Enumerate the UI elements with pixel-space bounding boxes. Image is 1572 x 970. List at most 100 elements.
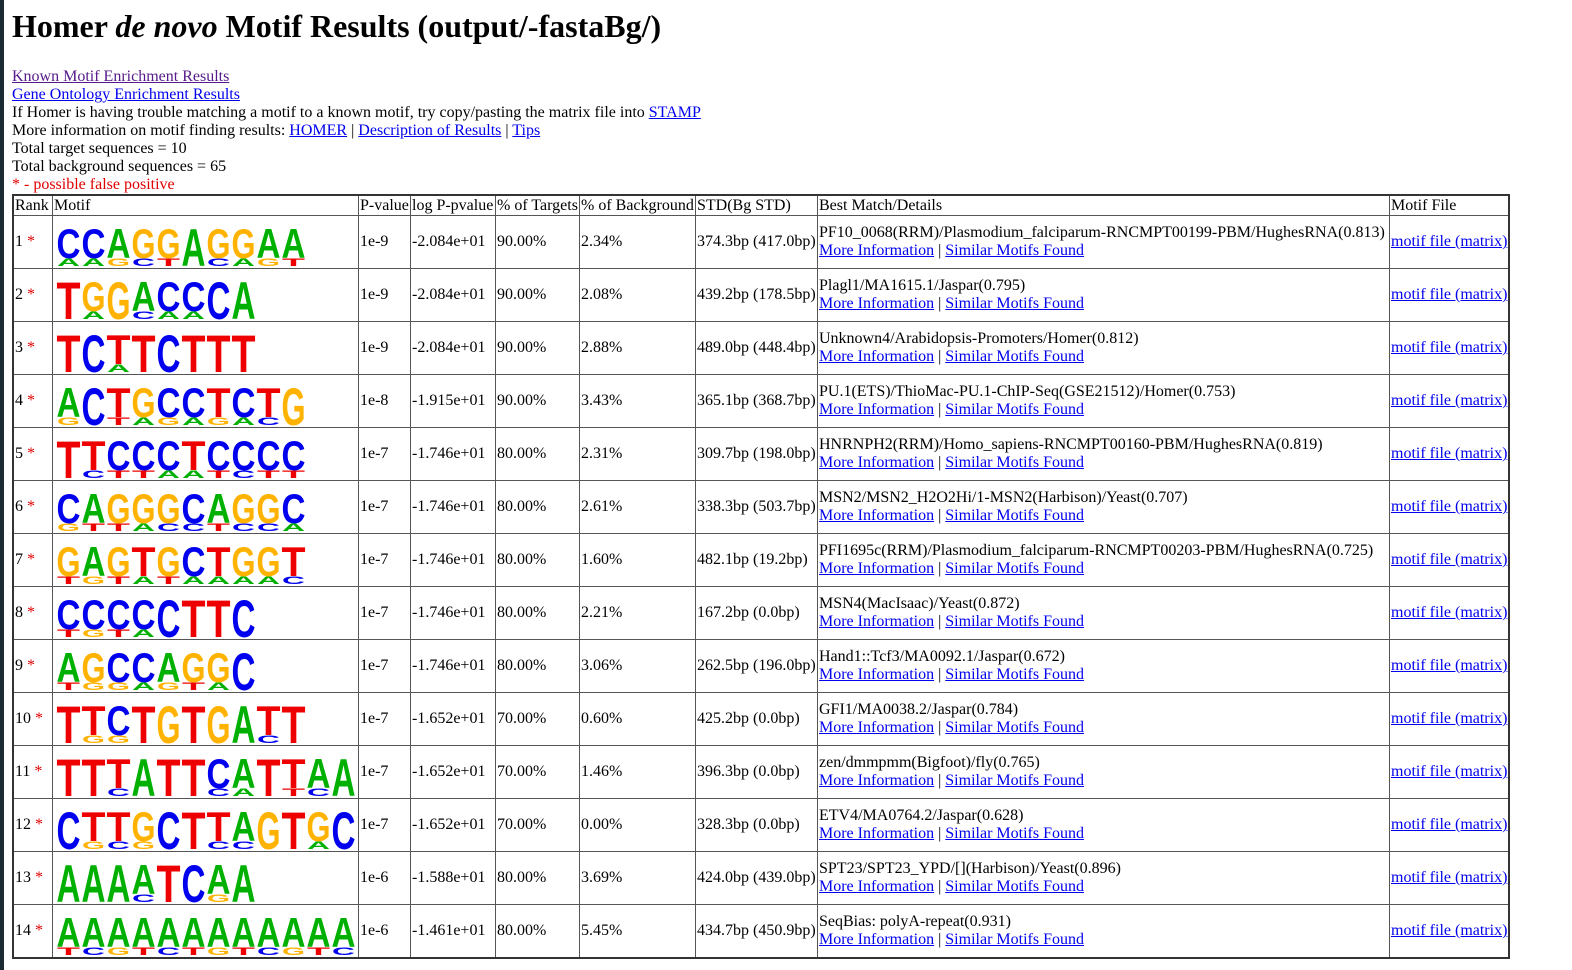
motif-file-link[interactable]: motif file (matrix) xyxy=(1391,286,1507,303)
header-background: % of Background xyxy=(579,194,696,216)
motif-file-link[interactable]: motif file (matrix) xyxy=(1391,233,1507,250)
similar-motifs-link[interactable]: Similar Motifs Found xyxy=(945,507,1084,524)
motif-file-link[interactable]: motif file (matrix) xyxy=(1391,551,1507,568)
best-match-cell: PF10_0068(RRM)/Plasmodium_falciparum-RNC… xyxy=(817,215,1390,269)
similar-motifs-link[interactable]: Similar Motifs Found xyxy=(945,401,1084,418)
motif-file-link[interactable]: motif file (matrix) xyxy=(1391,922,1507,939)
motif-minor-letter: G xyxy=(82,628,105,638)
table-row: 7 * G T A G G T T A G T C A T A G A G A T C 1e-7 -1.746e+01 80.… xyxy=(12,533,1510,587)
motif-file-link[interactable]: motif file (matrix) xyxy=(1391,710,1507,727)
more-information-link[interactable]: More Information xyxy=(819,507,934,524)
motif-minor-letter: C xyxy=(132,310,155,320)
motif-minor-letter: C xyxy=(157,946,180,956)
more-information-link[interactable]: More Information xyxy=(819,348,934,365)
motif-file-cell: motif file (matrix) xyxy=(1389,215,1510,269)
best-match-cell: GFI1/MA0038.2/Jaspar(0.784) More Informat… xyxy=(817,692,1390,746)
logp-cell: -2.084e+01 xyxy=(410,215,496,269)
logp-cell: -1.746e+01 xyxy=(410,639,496,693)
motif-file-link[interactable]: motif file (matrix) xyxy=(1391,392,1507,409)
more-information-link[interactable]: More Information xyxy=(819,772,934,789)
std-cell: 338.3bp (503.7bp) xyxy=(695,480,818,534)
motif-logo-cell: TTCCTCTCATACTCCCTCT xyxy=(52,427,359,481)
more-information-link[interactable]: More Information xyxy=(819,666,934,683)
motif-file-link[interactable]: motif file (matrix) xyxy=(1391,869,1507,886)
more-information-link[interactable]: More Information xyxy=(819,825,934,842)
false-positive-star: * xyxy=(35,922,43,939)
motif-file-link[interactable]: motif file (matrix) xyxy=(1391,498,1507,515)
pvalue-cell: 1e-6 xyxy=(358,904,411,959)
match-links: More Information | Similar Motifs Found xyxy=(819,560,1388,578)
motif-letter: C xyxy=(82,378,106,426)
title-pre: Homer xyxy=(12,8,116,44)
header-std: STD(Bg STD) xyxy=(695,194,818,216)
similar-motifs-link[interactable]: Similar Motifs Found xyxy=(945,931,1084,948)
separator: | xyxy=(347,122,359,139)
targets-cell: 90.00% xyxy=(495,268,580,322)
stamp-link[interactable]: STAMP xyxy=(649,104,701,121)
more-information-link[interactable]: More Information xyxy=(819,295,934,312)
motif-file-link[interactable]: motif file (matrix) xyxy=(1391,763,1507,780)
known-motif-link[interactable]: Known Motif Enrichment Results xyxy=(12,68,229,85)
background-cell: 2.88% xyxy=(579,321,696,375)
motif-file-link[interactable]: motif file (matrix) xyxy=(1391,657,1507,674)
more-information-link[interactable]: More Information xyxy=(819,931,934,948)
rank-cell: 4 * xyxy=(12,374,53,428)
table-row: 10 * T T G C G T G T G A T C T 1e-7 -1.652e+01 70.00% 0.6… xyxy=(12,692,1510,746)
motif-logo: AT GG CG CA AG GT GA C xyxy=(57,643,256,691)
tips-link[interactable]: Tips xyxy=(512,122,540,139)
similar-motifs-link[interactable]: Similar Motifs Found xyxy=(945,772,1084,789)
motif-file-link[interactable]: motif file (matrix) xyxy=(1391,816,1507,833)
similar-motifs-link[interactable]: Similar Motifs Found xyxy=(945,825,1084,842)
more-information-link[interactable]: More Information xyxy=(819,242,934,259)
pvalue-cell: 1e-7 xyxy=(358,692,411,746)
more-information-link[interactable]: More Information xyxy=(819,719,934,736)
header-pvalue: P-value xyxy=(358,194,411,216)
background-cell: 0.00% xyxy=(579,798,696,852)
more-information-link[interactable]: More Information xyxy=(819,878,934,895)
motif-file-link[interactable]: motif file (matrix) xyxy=(1391,339,1507,356)
similar-motifs-link[interactable]: Similar Motifs Found xyxy=(945,348,1084,365)
more-information-link[interactable]: More Information xyxy=(819,560,934,577)
best-match-cell: zen/dmmpmm(Bigfoot)/fly(0.765) More Infor… xyxy=(817,745,1390,799)
best-match-text: GFI1/MA0038.2/Jaspar(0.784) xyxy=(819,701,1019,718)
motif-file-cell: motif file (matrix) xyxy=(1389,533,1510,587)
more-information-link[interactable]: More Information xyxy=(819,613,934,630)
pvalue-cell: 1e-6 xyxy=(358,851,411,905)
rank-cell: 10 * xyxy=(12,692,53,746)
motif-letter: A xyxy=(82,855,106,903)
motif-minor-letter: G xyxy=(207,893,230,903)
rank-cell: 7 * xyxy=(12,533,53,587)
motif-minor-letter: G xyxy=(57,416,80,426)
similar-motifs-link[interactable]: Similar Motifs Found xyxy=(945,454,1084,471)
similar-motifs-link[interactable]: Similar Motifs Found xyxy=(945,613,1084,630)
motif-file-link[interactable]: motif file (matrix) xyxy=(1391,604,1507,621)
similar-motifs-link[interactable]: Similar Motifs Found xyxy=(945,560,1084,577)
motif-minor-letter: C xyxy=(107,840,130,850)
homer-link[interactable]: HOMER xyxy=(289,122,347,139)
logp-cell: -2.084e+01 xyxy=(410,321,496,375)
rank-number: 2 xyxy=(15,286,23,303)
header-motif-file: Motif File xyxy=(1389,194,1510,216)
header-motif: Motif xyxy=(52,194,359,216)
similar-motifs-link[interactable]: Similar Motifs Found xyxy=(945,719,1084,736)
similar-motifs-link[interactable]: Similar Motifs Found xyxy=(945,666,1084,683)
similar-motifs-link[interactable]: Similar Motifs Found xyxy=(945,295,1084,312)
description-link[interactable]: Description of Results xyxy=(358,122,501,139)
targets-cell: 80.00% xyxy=(495,904,580,959)
false-positive-star: * xyxy=(27,392,35,409)
table-row: 12 * C T G T C G G C T T C A C G T G A C 1e-7 -1.652e+01 70.0… xyxy=(12,798,1510,852)
gene-ontology-link[interactable]: Gene Ontology Enrichment Results xyxy=(12,86,240,103)
more-information-link[interactable]: More Information xyxy=(819,454,934,471)
motif-file-link[interactable]: motif file (matrix) xyxy=(1391,445,1507,462)
logp-cell: -1.652e+01 xyxy=(410,745,496,799)
motif-letter: T xyxy=(182,802,206,850)
motif-letter: A xyxy=(332,749,356,797)
rank-number: 10 xyxy=(15,710,31,727)
motif-minor-letter: T xyxy=(132,469,156,479)
motif-file-cell: motif file (matrix) xyxy=(1389,374,1510,428)
more-information-link[interactable]: More Information xyxy=(819,401,934,418)
similar-motifs-link[interactable]: Similar Motifs Found xyxy=(945,242,1084,259)
targets-cell: 70.00% xyxy=(495,745,580,799)
motif-minor-letter: G xyxy=(207,416,230,426)
similar-motifs-link[interactable]: Similar Motifs Found xyxy=(945,878,1084,895)
